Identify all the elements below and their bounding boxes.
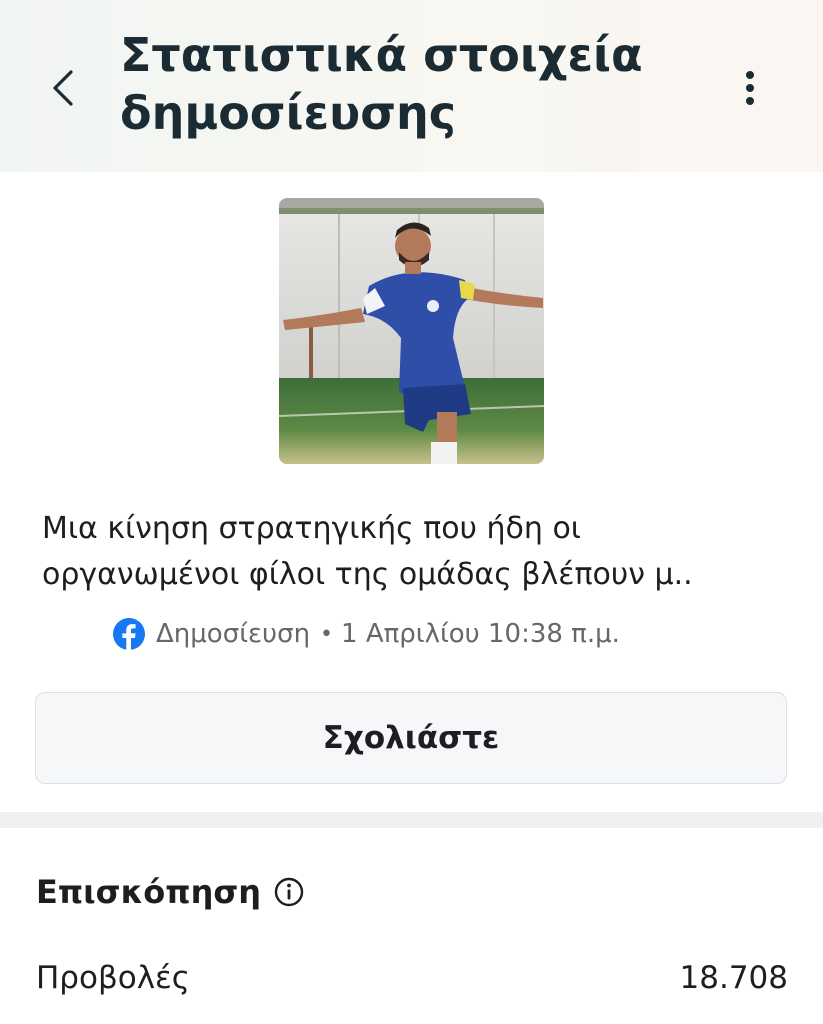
more-options-button[interactable] bbox=[730, 62, 770, 114]
stat-value: 18.708 bbox=[679, 960, 788, 996]
back-button[interactable] bbox=[40, 62, 86, 114]
caption-line-2: οργανωμένοι φίλοι της ομάδας βλέπουν μ.. bbox=[42, 557, 693, 592]
info-icon[interactable] bbox=[273, 876, 305, 908]
post-thumbnail[interactable] bbox=[279, 198, 544, 464]
page-title: Στατιστικά στοιχεία δημοσίευσης bbox=[120, 28, 643, 140]
post-type-label: Δημοσίευση bbox=[156, 619, 311, 649]
overview-heading: Επισκόπηση bbox=[36, 873, 262, 911]
post-photo bbox=[279, 198, 544, 464]
facebook-icon bbox=[113, 618, 145, 650]
chevron-left-icon bbox=[53, 70, 73, 106]
post-meta: Δημοσίευση • 1 Απριλίου 10:38 π.μ. bbox=[112, 614, 620, 654]
more-vertical-icon bbox=[746, 71, 754, 105]
stat-label: Προβολές bbox=[36, 960, 191, 996]
header-bar: Στατιστικά στοιχεία δημοσίευσης bbox=[0, 0, 823, 172]
stat-row-views: Προβολές 18.708 bbox=[36, 950, 788, 1006]
post-insights-screen: Στατιστικά στοιχεία δημοσίευσης Μια κίνη… bbox=[0, 0, 823, 1024]
overview-section-title: Επισκόπηση bbox=[36, 866, 305, 918]
meta-separator: • bbox=[320, 621, 334, 647]
post-caption[interactable]: Μια κίνηση στρατηγικής που ήδη οι οργανω… bbox=[42, 506, 792, 598]
post-date: 1 Απριλίου 10:38 π.μ. bbox=[341, 619, 620, 649]
section-divider bbox=[0, 812, 823, 828]
comment-button[interactable]: Σχολιάστε bbox=[35, 692, 787, 784]
caption-line-1: Μια κίνηση στρατηγικής που ήδη οι bbox=[42, 511, 581, 546]
